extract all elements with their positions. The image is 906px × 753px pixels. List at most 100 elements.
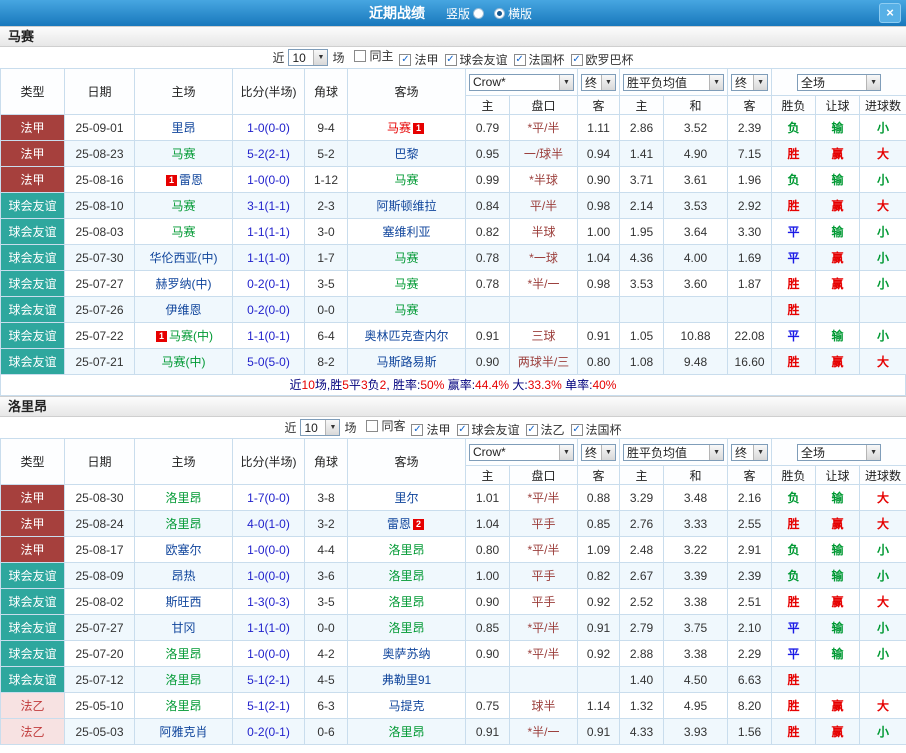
sub-header-handicap: 盘口 [510, 96, 578, 115]
col-header-away: 客场 [348, 69, 466, 115]
mean-final-select[interactable]: 终▼ [731, 74, 768, 91]
result-goals: 大 [860, 589, 906, 615]
checkbox-unchecked-icon[interactable] [354, 50, 366, 62]
match-table: 类型 日期 主场 比分(半场) 角球 客场 Crow*▼ 终▼ 胜平负均值▼ [0, 438, 906, 745]
checkbox-label: 欧罗巴杯 [586, 51, 634, 68]
titlebar-center-group: 近期战绩 竖版 横版 [369, 3, 537, 23]
odds-source-value: Crow* [473, 445, 506, 459]
checkbox-checked-icon[interactable]: ✓ [399, 54, 411, 66]
mean-final-value: 终 [735, 444, 747, 461]
odds-away: 0.94 [578, 141, 620, 167]
summary-text: 赢率: [444, 378, 475, 392]
filter-checkbox[interactable]: ✓球会友谊 [457, 421, 520, 438]
vertical-layout-radio[interactable]: 竖版 [446, 5, 484, 22]
match-row: 球会友谊 25-07-26 伊维恩 0-2(0-0) 0-0 马赛 胜 [1, 297, 906, 323]
mean-select[interactable]: 胜平负均值▼ [623, 74, 724, 91]
checkbox-label: 球会友谊 [460, 51, 508, 68]
col-header-score: 比分(半场) [233, 69, 305, 115]
team-name-text: 洛里昂 [165, 647, 201, 661]
checkbox-checked-icon[interactable]: ✓ [514, 54, 526, 66]
checkbox-checked-icon[interactable]: ✓ [411, 424, 423, 436]
result-wdl: 胜 [772, 349, 816, 375]
filter-checkbox[interactable]: ✓法国杯 [571, 421, 622, 438]
filter-near-label: 近 [272, 49, 284, 66]
scope-select[interactable]: 全场▼ [797, 444, 881, 461]
filter-checkbox[interactable]: ✓法甲 [399, 51, 438, 68]
odds-source-header: Crow* ▼ [466, 439, 578, 466]
result-wdl: 负 [772, 537, 816, 563]
away-team: 马斯路易斯 [348, 349, 466, 375]
radio-unselected-icon[interactable] [473, 8, 484, 19]
home-team: 昂热 [135, 563, 233, 589]
mean-away: 2.10 [728, 615, 772, 641]
home-team: 洛里昂 [135, 693, 233, 719]
filter-checkbox[interactable]: ✓球会友谊 [445, 51, 508, 68]
checkbox-unchecked-icon[interactable] [366, 420, 378, 432]
odds-source-value: Crow* [473, 75, 506, 89]
match-count-select[interactable]: 10▼ [300, 419, 340, 436]
mean-select[interactable]: 胜平负均值▼ [623, 444, 724, 461]
match-date: 25-07-27 [65, 271, 135, 297]
home-team: 马赛 [135, 141, 233, 167]
match-row: 球会友谊 25-08-02 斯旺西 1-3(0-3) 3-5 洛里昂 0.90 … [1, 589, 906, 615]
sub-header-mean-draw: 和 [664, 466, 728, 485]
chevron-down-icon: ▼ [753, 75, 767, 90]
checkbox-checked-icon[interactable]: ✓ [457, 424, 469, 436]
mean-home: 1.41 [620, 141, 664, 167]
result-wdl: 胜 [772, 141, 816, 167]
match-date: 25-07-30 [65, 245, 135, 271]
handicap: *平/半 [510, 115, 578, 141]
mean-home: 2.14 [620, 193, 664, 219]
match-count-select[interactable]: 10▼ [288, 49, 328, 66]
team-name-text: 马斯路易斯 [376, 355, 436, 369]
filter-games-label: 场 [344, 419, 356, 436]
checkbox-checked-icon[interactable]: ✓ [571, 54, 583, 66]
filter-checkbox[interactable]: 同客 [366, 417, 405, 434]
corner-score: 3-6 [305, 563, 348, 589]
odds-source-select[interactable]: Crow*▼ [469, 74, 574, 91]
checkbox-checked-icon[interactable]: ✓ [445, 54, 457, 66]
close-button[interactable]: × [879, 3, 901, 23]
odds-source-select[interactable]: Crow* ▼ [469, 444, 574, 461]
match-rows: 法甲 25-08-30 洛里昂 1-7(0-0) 3-8 里尔 1.01 *平/… [1, 485, 906, 745]
score: 1-1(1-0) [233, 245, 305, 271]
mean-final-select[interactable]: 终▼ [731, 444, 768, 461]
horizontal-layout-radio[interactable]: 横版 [494, 5, 532, 22]
odds-away: 0.98 [578, 193, 620, 219]
match-date: 25-08-09 [65, 563, 135, 589]
team-name-text: 奥萨苏纳 [382, 647, 430, 661]
col-header-type: 类型 [1, 69, 65, 115]
filter-checkbox[interactable]: ✓法乙 [526, 421, 565, 438]
checkbox-label: 法国杯 [529, 51, 565, 68]
filter-checkbox[interactable]: ✓欧罗巴杯 [571, 51, 634, 68]
team-name-text: 阿雅克肖 [159, 725, 207, 739]
col-header-date: 日期 [65, 69, 135, 115]
result-handicap: 赢 [816, 141, 860, 167]
filter-checkbox[interactable]: ✓法国杯 [514, 51, 565, 68]
summary-text: 44.4% [475, 378, 509, 392]
mean-home: 2.52 [620, 589, 664, 615]
mean-final-header: 终▼ [728, 69, 772, 96]
corner-score: 3-5 [305, 271, 348, 297]
radio-selected-icon[interactable] [494, 8, 505, 19]
result-handicap: 输 [816, 615, 860, 641]
filter-checkbox[interactable]: 同主 [354, 47, 393, 64]
result-wdl: 负 [772, 167, 816, 193]
scope-select[interactable]: 全场▼ [797, 74, 881, 91]
checkbox-checked-icon[interactable]: ✓ [526, 424, 538, 436]
checkbox-checked-icon[interactable]: ✓ [571, 424, 583, 436]
mean-away: 1.96 [728, 167, 772, 193]
result-wdl: 平 [772, 219, 816, 245]
home-team: 甘冈 [135, 615, 233, 641]
result-handicap: 赢 [816, 693, 860, 719]
odds-final-select[interactable]: 终▼ [581, 444, 616, 461]
home-team: 1雷恩 [135, 167, 233, 193]
result-goals: 大 [860, 349, 906, 375]
odds-final-select[interactable]: 终▼ [581, 74, 616, 91]
chevron-down-icon: ▼ [559, 445, 573, 460]
result-handicap: 输 [816, 641, 860, 667]
filter-checkbox[interactable]: ✓法甲 [411, 421, 450, 438]
mean-final-header: 终▼ [728, 439, 772, 466]
handicap: *半/一 [510, 271, 578, 297]
col-header-date: 日期 [65, 439, 135, 485]
